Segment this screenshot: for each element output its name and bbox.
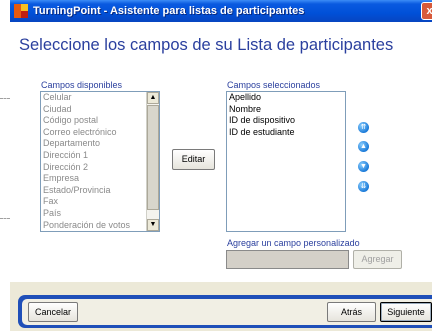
available-fields-label: Campos disponibles xyxy=(41,80,123,90)
move-bottom-icon[interactable]: ⇊ xyxy=(358,181,369,192)
footer: Cancelar Atrás Siguiente xyxy=(10,282,432,331)
custom-field-label: Agregar un campo personalizado xyxy=(227,238,360,248)
move-top-icon[interactable]: ⇈ xyxy=(358,122,369,133)
available-list-scrollbar[interactable]: ▲ ▼ xyxy=(146,92,159,231)
window-title: TurningPoint - Asistente para listas de … xyxy=(33,5,305,17)
back-button[interactable]: Atrás xyxy=(327,302,376,322)
wizard-content: Seleccione los campos de su Lista de par… xyxy=(10,22,432,282)
selected-fields-label: Campos seleccionados xyxy=(227,80,321,90)
custom-field-input[interactable] xyxy=(226,250,349,269)
selected-items-container: Apellido Nombre ID de dispositivo ID de est… xyxy=(227,92,345,138)
desktop-background xyxy=(0,0,10,331)
list-item[interactable]: Correo electrónico xyxy=(41,127,159,139)
list-item[interactable]: Ponderación de votos xyxy=(41,220,159,231)
list-item[interactable]: Fax xyxy=(41,196,159,208)
desktop-dashed-line xyxy=(0,218,10,219)
list-item[interactable]: Departamento xyxy=(41,138,159,150)
available-items-container: Celular Ciudad Código postal Correo electró… xyxy=(41,92,159,231)
scroll-down-button[interactable]: ▼ xyxy=(147,219,159,231)
list-item[interactable]: Celular xyxy=(41,92,159,104)
list-item[interactable]: Ciudad xyxy=(41,104,159,116)
desktop-dashed-line xyxy=(0,98,10,99)
list-item[interactable]: Apellido xyxy=(227,92,345,104)
app-logo-icon xyxy=(14,4,28,18)
wizard-window: TurningPoint - Asistente para listas de … xyxy=(10,0,432,331)
list-item[interactable]: País xyxy=(41,208,159,220)
footer-band: Cancelar Atrás Siguiente xyxy=(18,295,432,328)
list-item[interactable]: Empresa xyxy=(41,173,159,185)
scroll-thumb[interactable] xyxy=(147,105,159,210)
selected-fields-list[interactable]: Apellido Nombre ID de dispositivo ID de est… xyxy=(226,91,346,232)
edit-button[interactable]: Editar xyxy=(172,149,215,170)
list-item[interactable]: Estado/Provincia xyxy=(41,185,159,197)
footer-panel: Cancelar Atrás Siguiente xyxy=(22,299,432,325)
next-button[interactable]: Siguiente xyxy=(380,302,432,322)
page-title: Seleccione los campos de su Lista de par… xyxy=(19,36,394,54)
title-bar[interactable]: TurningPoint - Asistente para listas de … xyxy=(10,0,432,22)
cancel-button[interactable]: Cancelar xyxy=(28,302,78,322)
scroll-up-button[interactable]: ▲ xyxy=(147,92,159,104)
list-item[interactable]: ID de dispositivo xyxy=(227,115,345,127)
available-fields-list[interactable]: Celular Ciudad Código postal Correo electró… xyxy=(40,91,160,232)
list-item[interactable]: Nombre xyxy=(227,104,345,116)
add-field-button[interactable]: Agregar xyxy=(353,250,402,269)
move-down-icon[interactable]: ▼ xyxy=(358,161,369,172)
list-item[interactable]: Código postal xyxy=(41,115,159,127)
list-item[interactable]: ID de estudiante xyxy=(227,127,345,139)
list-item[interactable]: Dirección 1 xyxy=(41,150,159,162)
list-item[interactable]: Dirección 2 xyxy=(41,162,159,174)
move-up-icon[interactable]: ▲ xyxy=(358,141,369,152)
close-button[interactable]: x xyxy=(421,2,432,20)
